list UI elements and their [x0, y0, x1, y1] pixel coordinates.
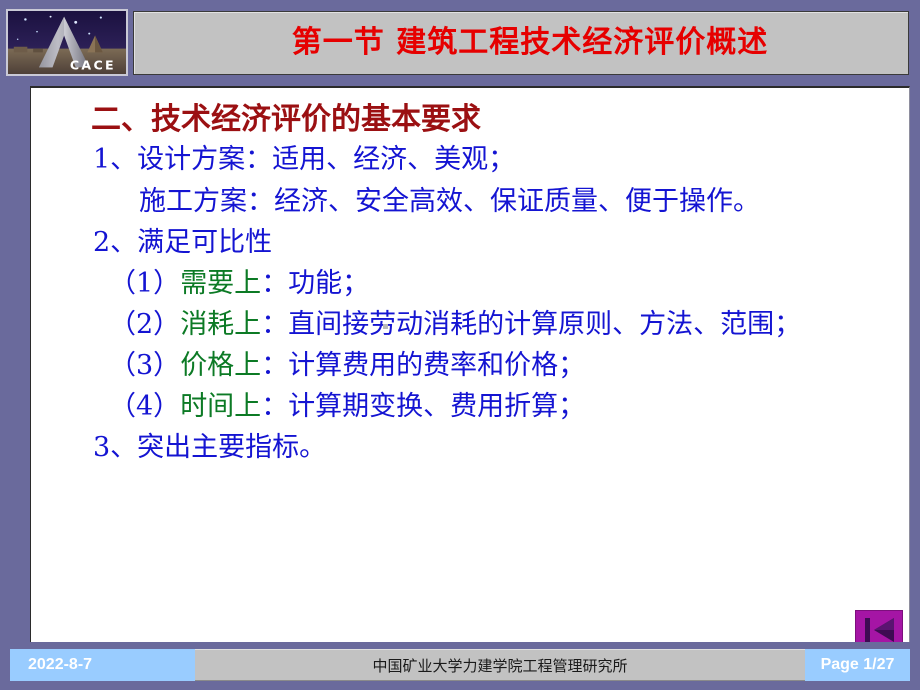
text-segment-item-2-1-0: （1）: [109, 267, 181, 299]
text-segment-item-2-3-1: 价格上: [180, 350, 262, 382]
text-segment-item-1-0: 1、设计方案：适用、经济、美观；: [93, 144, 516, 176]
text-segment-item-2-0: 2、满足可比性: [93, 226, 273, 258]
bullet-line-item-2-3: （3）价格上：计算费用的费率和价格；: [109, 350, 909, 382]
slide-title-panel: 第一节 建筑工程技术经济评价概述: [133, 11, 909, 75]
slide-footer: 2022-8-7 中国矿业大学力建学院工程管理研究所 Page 1/27: [0, 642, 920, 690]
svg-text:CACE: CACE: [70, 57, 116, 72]
text-segment-item-2-2-2: ：直间接劳动消耗的计算原则、方法、范围；: [261, 309, 802, 341]
bullet-list: 1、设计方案：适用、经济、美观； 施工方案：经济、安全高效、保证质量、便于操作。 2…: [31, 144, 909, 464]
presentation-slide: CACE 第一节 建筑工程技术经济评价概述 二、技术经济评价的基本要求 1、设计…: [0, 0, 920, 690]
bullet-line-item-2-4: （4）时间上：计算期变换、费用折算；: [109, 391, 909, 423]
bullet-line-item-2-1: （1）需要上：功能；: [109, 267, 909, 299]
text-segment-item-2-1-2: ：功能；: [261, 267, 370, 299]
slide-body: 二、技术经济评价的基本要求 1、设计方案：适用、经济、美观； 施工方案：经济、安全…: [31, 88, 909, 475]
text-segment-item-3-0: 3、突出主要指标。: [93, 432, 327, 464]
text-segment-item-2-1-1: 需要上: [180, 267, 262, 299]
page-number-badge: Page 1/27: [805, 649, 910, 681]
text-segment-item-2-2-1: 消耗上: [180, 309, 262, 341]
text-segment-item-2-3-0: （3）: [109, 350, 181, 382]
text-segment-item-2-4-2: ：计算期变换、费用折算；: [261, 391, 586, 423]
cace-logo: CACE: [6, 9, 128, 76]
text-segment-item-2-4-0: （4）: [109, 391, 181, 423]
text-segment-item-1-sub-0: 施工方案：经济、安全高效、保证质量、便于操作。: [139, 185, 760, 217]
section-heading: 二、技术经济评价的基本要求: [91, 102, 481, 137]
slide-content-area: 二、技术经济评价的基本要求 1、设计方案：适用、经济、美观； 施工方案：经济、安全…: [30, 86, 910, 642]
bullet-line-item-2: 2、满足可比性: [93, 226, 909, 258]
footer-organization-band: 中国矿业大学力建学院工程管理研究所: [195, 649, 805, 681]
text-segment-item-2-3-2: ：计算费用的费率和价格；: [261, 350, 586, 382]
cace-logo-artwork: CACE: [8, 11, 126, 74]
page-title: 第一节 建筑工程技术经济评价概述: [291, 25, 769, 60]
footer-bar: 2022-8-7 中国矿业大学力建学院工程管理研究所 Page 1/27: [10, 649, 910, 681]
bullet-line-item-3: 3、突出主要指标。: [93, 432, 909, 464]
bullet-line-item-2-2: （2）消耗上：直间接劳动消耗的计算原则、方法、范围；: [109, 309, 909, 341]
bullet-line-item-1: 1、设计方案：适用、经济、美观；: [93, 144, 909, 176]
footer-organization-text: 中国矿业大学力建学院工程管理研究所: [372, 656, 628, 675]
bullet-line-item-1-sub: 施工方案：经济、安全高效、保证质量、便于操作。: [139, 185, 909, 217]
slide-header: CACE 第一节 建筑工程技术经济评价概述: [0, 0, 920, 86]
text-segment-item-2-2-0: （2）: [109, 309, 181, 341]
stray-artifact-dot: [383, 324, 388, 329]
footer-date: 2022-8-7: [10, 649, 195, 681]
text-segment-item-2-4-1: 时间上: [180, 391, 262, 423]
